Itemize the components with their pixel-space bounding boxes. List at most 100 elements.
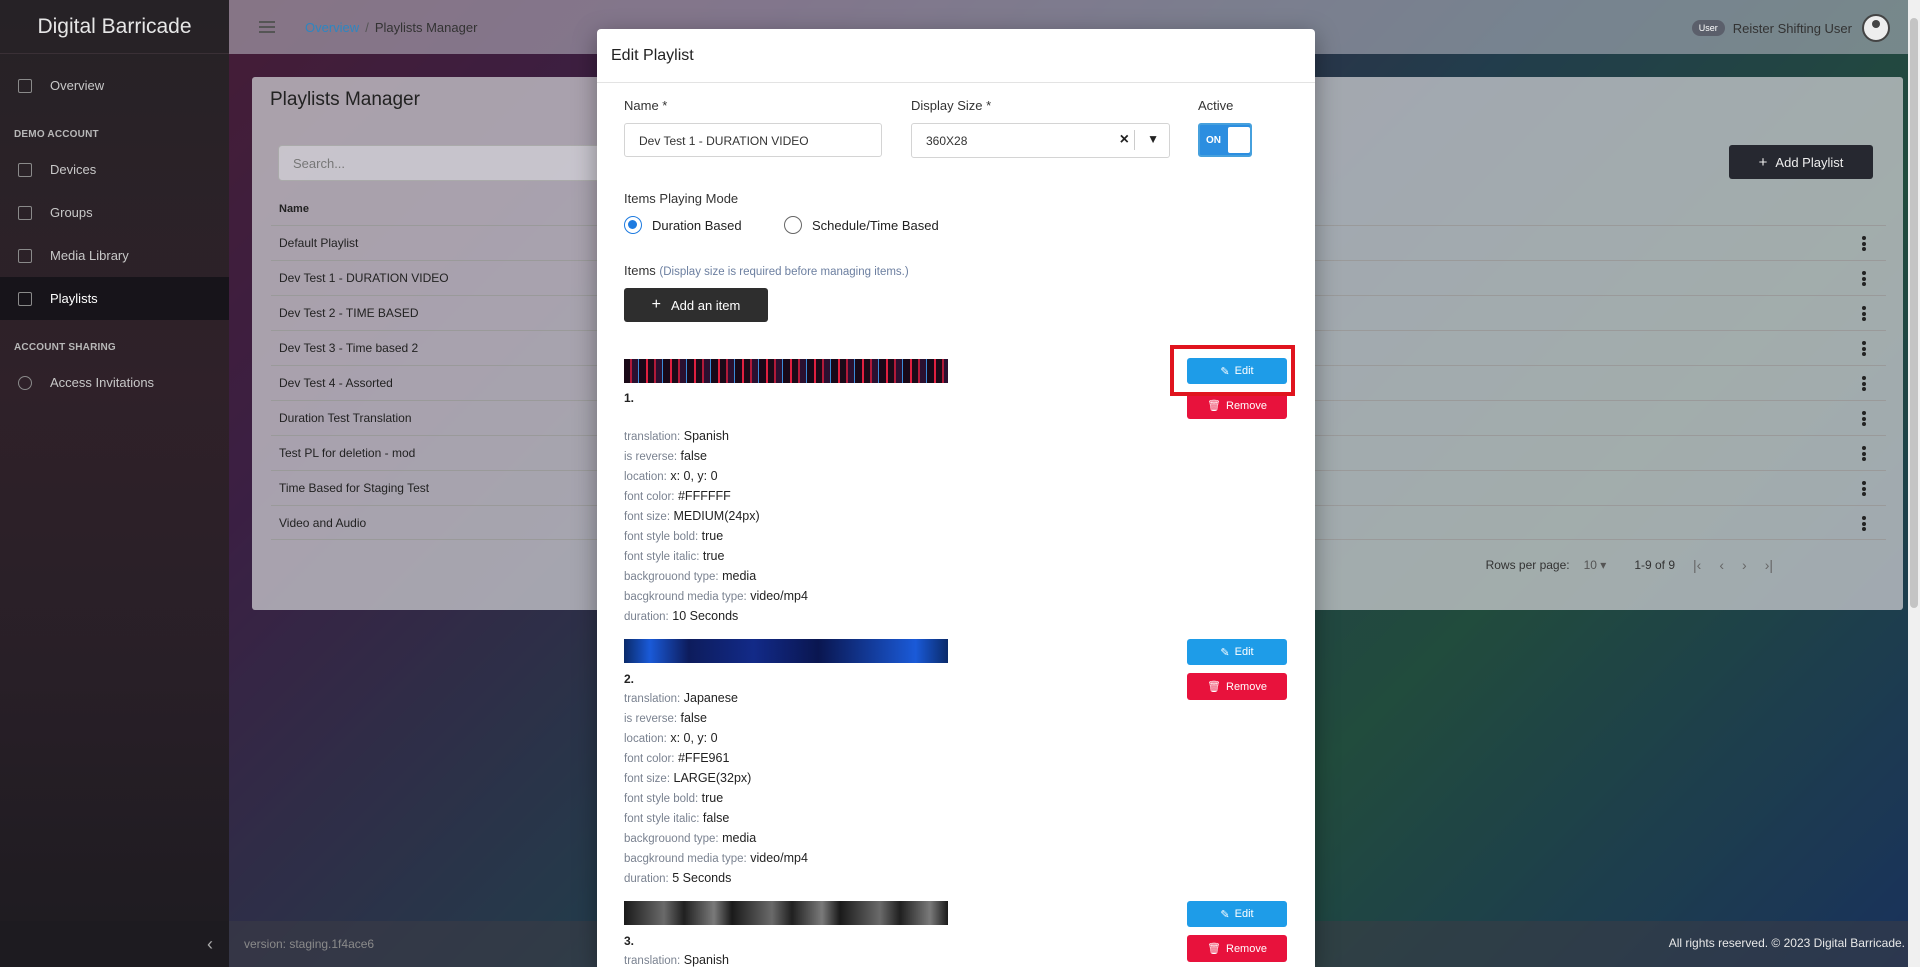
scrollbar-thumb[interactable] bbox=[1910, 18, 1918, 608]
search-input[interactable]: Search... bbox=[278, 145, 628, 181]
menu-icon[interactable] bbox=[259, 21, 275, 33]
sidebar-item-label: Overview bbox=[50, 78, 105, 93]
item-thumbnail bbox=[624, 901, 948, 925]
sidebar-item-label: Access Invitations bbox=[50, 375, 155, 390]
last-page-icon[interactable]: ›| bbox=[1765, 557, 1773, 573]
prop-key: font style bold: bbox=[624, 793, 699, 805]
item-thumbnail bbox=[624, 639, 948, 663]
rows-per-page-value: 10 bbox=[1583, 558, 1597, 572]
edit-item-button[interactable]: ✎ Edit bbox=[1187, 901, 1287, 927]
more-vertical-icon[interactable] bbox=[1862, 236, 1866, 251]
sidebar-item-playlists[interactable]: Playlists bbox=[0, 277, 229, 320]
prop-key: bacgkround media type: bbox=[624, 853, 747, 865]
prop-value: false bbox=[680, 711, 707, 725]
prop-key: location: bbox=[624, 471, 667, 483]
add-playlist-button[interactable]: + Add Playlist bbox=[1729, 145, 1873, 179]
prop-key: translation: bbox=[624, 431, 681, 443]
radio-label: Schedule/Time Based bbox=[812, 217, 939, 233]
prop-key: font size: bbox=[624, 511, 671, 523]
trash-icon: 🗑 bbox=[1207, 681, 1221, 693]
prop-value: Spanish bbox=[683, 429, 729, 443]
breadcrumb-overview-link[interactable]: Overview bbox=[305, 20, 359, 35]
chevron-left-icon: ‹ bbox=[207, 933, 213, 954]
edit-playlist-modal: Edit Playlist Name * Dev Test 1 - DURATI… bbox=[597, 29, 1315, 967]
prop-key: duration: bbox=[624, 873, 669, 885]
clear-icon[interactable]: × bbox=[1120, 131, 1129, 149]
sidebar-item-access-invitations[interactable]: Access Invitations bbox=[0, 361, 229, 404]
radio-checked-icon bbox=[624, 216, 642, 234]
name-label: Name * bbox=[624, 98, 668, 113]
page-scrollbar[interactable] bbox=[1908, 0, 1920, 967]
brand-logo: Digital Barricade bbox=[0, 0, 229, 54]
rows-per-page-select[interactable]: 10 ▾ bbox=[1584, 558, 1607, 572]
chevron-down-icon[interactable]: ▼ bbox=[1147, 132, 1159, 146]
prop-value: media bbox=[722, 831, 757, 845]
more-vertical-icon[interactable] bbox=[1862, 306, 1866, 321]
items-label: Items bbox=[624, 263, 656, 278]
more-vertical-icon[interactable] bbox=[1862, 481, 1866, 496]
user-menu[interactable]: User Reister Shifting User bbox=[1691, 14, 1890, 42]
prop-value: true bbox=[701, 791, 724, 805]
prop-key: backgrouond type: bbox=[624, 571, 719, 583]
remove-item-button[interactable]: 🗑 Remove bbox=[1187, 392, 1287, 419]
add-item-button[interactable]: + Add an item bbox=[624, 288, 768, 322]
prop-value: media bbox=[722, 569, 757, 583]
prop-value: x: 0, y: 0 bbox=[670, 469, 718, 483]
item-number: 2. bbox=[624, 672, 635, 686]
radio-unchecked-icon bbox=[784, 216, 802, 234]
prop-value: video/mp4 bbox=[750, 589, 808, 603]
edit-label: Edit bbox=[1234, 646, 1254, 658]
avatar-icon[interactable] bbox=[1862, 14, 1890, 42]
sidebar-item-overview[interactable]: Overview bbox=[0, 64, 229, 107]
prop-value: x: 0, y: 0 bbox=[670, 731, 718, 745]
edit-label: Edit bbox=[1234, 908, 1254, 920]
remove-item-button[interactable]: 🗑 Remove bbox=[1187, 673, 1287, 700]
more-vertical-icon[interactable] bbox=[1862, 341, 1866, 356]
breadcrumb-current: Playlists Manager bbox=[374, 19, 478, 35]
sidebar-item-devices[interactable]: Devices bbox=[0, 148, 229, 191]
radio-duration-based[interactable]: Duration Based bbox=[624, 216, 742, 234]
row-name: Dev Test 2 - TIME BASED bbox=[279, 306, 419, 320]
more-vertical-icon[interactable] bbox=[1862, 411, 1866, 426]
modal-title: Edit Playlist bbox=[597, 29, 1315, 83]
item-number: 3. bbox=[624, 934, 635, 948]
pencil-icon: ✎ bbox=[1220, 908, 1230, 921]
more-vertical-icon[interactable] bbox=[1862, 271, 1866, 286]
prop-value: video/mp4 bbox=[750, 851, 808, 865]
name-field[interactable]: Dev Test 1 - DURATION VIDEO bbox=[624, 123, 882, 157]
devices-icon bbox=[18, 162, 32, 177]
sidebar-item-media-library[interactable]: Media Library bbox=[0, 234, 229, 277]
more-vertical-icon[interactable] bbox=[1862, 516, 1866, 531]
item-properties: translation: Japanese is reverse: false … bbox=[624, 689, 808, 889]
sidebar-item-label: Devices bbox=[50, 162, 97, 177]
first-page-icon[interactable]: |‹ bbox=[1693, 557, 1701, 573]
radio-label: Duration Based bbox=[652, 217, 742, 233]
more-vertical-icon[interactable] bbox=[1862, 446, 1866, 461]
next-page-icon[interactable]: › bbox=[1742, 557, 1747, 573]
row-name: Dev Test 4 - Assorted bbox=[279, 376, 393, 390]
radio-schedule-based[interactable]: Schedule/Time Based bbox=[784, 216, 939, 234]
prop-value: false bbox=[680, 449, 707, 463]
prop-key: font style italic: bbox=[624, 813, 700, 825]
remove-item-button[interactable]: 🗑 Remove bbox=[1187, 935, 1287, 962]
prop-key: bacgkround media type: bbox=[624, 591, 747, 603]
plus-icon: + bbox=[1758, 153, 1768, 171]
sidebar-item-groups[interactable]: Groups bbox=[0, 191, 229, 234]
breadcrumb: Overview / Playlists Manager bbox=[305, 20, 477, 35]
remove-label: Remove bbox=[1226, 942, 1267, 955]
add-item-label: Add an item bbox=[670, 297, 741, 313]
active-toggle[interactable]: ON bbox=[1198, 123, 1252, 157]
edit-item-button[interactable]: ✎ Edit bbox=[1187, 639, 1287, 665]
plus-icon: + bbox=[651, 296, 661, 313]
row-name: Dev Test 1 - DURATION VIDEO bbox=[279, 271, 449, 285]
items-heading: Items (Display size is required before m… bbox=[624, 263, 909, 278]
prop-value: false bbox=[702, 811, 730, 825]
sidebar-collapse-button[interactable]: ‹ bbox=[0, 921, 229, 967]
prop-key: is reverse: bbox=[624, 713, 678, 725]
more-vertical-icon[interactable] bbox=[1862, 376, 1866, 391]
row-name: Dev Test 3 - Time based 2 bbox=[279, 341, 419, 355]
display-size-select[interactable]: 360X28 × ▼ bbox=[911, 123, 1170, 158]
sidebar-item-label: Media Library bbox=[50, 248, 129, 263]
prev-page-icon[interactable]: ‹ bbox=[1719, 557, 1724, 573]
row-name: Test PL for deletion - mod bbox=[279, 446, 416, 460]
